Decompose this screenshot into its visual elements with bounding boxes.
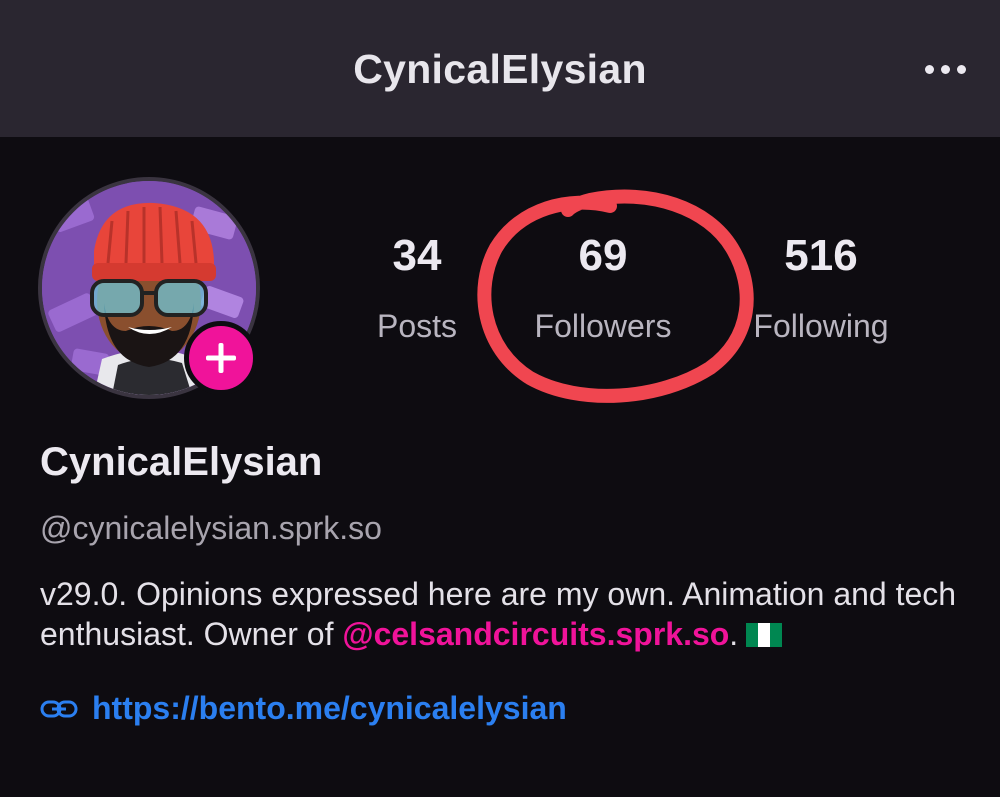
nigeria-flag-icon <box>746 623 783 647</box>
profile-page: CynicalElysian 34 Posts 69 Followers 516… <box>0 0 1000 797</box>
following-count: 516 <box>784 231 858 280</box>
top-bar: CynicalElysian <box>0 0 1000 137</box>
followers-label: Followers <box>534 308 672 344</box>
bio-suffix: . <box>729 616 739 652</box>
profile-display-name: CynicalElysian <box>40 440 323 484</box>
more-horizontal-icon[interactable] <box>920 56 970 82</box>
header-title: CynicalElysian <box>353 46 647 92</box>
stat-posts[interactable]: 34 Posts <box>322 228 512 346</box>
avatar-container <box>38 177 260 399</box>
bio-mention-link[interactable]: @celsandcircuits.sprk.so <box>342 616 729 652</box>
posts-count: 34 <box>392 231 442 280</box>
profile-website-link[interactable]: https://bento.me/cynicalelysian <box>92 690 567 727</box>
followers-count: 69 <box>578 231 628 280</box>
following-label: Following <box>753 308 889 344</box>
stat-following[interactable]: 516 Following <box>726 228 916 346</box>
profile-link-row[interactable]: https://bento.me/cynicalelysian <box>40 690 567 727</box>
add-story-button[interactable] <box>184 321 258 395</box>
stat-followers[interactable]: 69 Followers <box>508 228 698 346</box>
link-icon <box>40 700 78 717</box>
profile-handle: @cynicalelysian.sprk.so <box>40 510 382 546</box>
plus-icon <box>206 343 236 373</box>
profile-bio: v29.0. Opinions expressed here are my ow… <box>40 574 970 654</box>
posts-label: Posts <box>376 308 458 344</box>
